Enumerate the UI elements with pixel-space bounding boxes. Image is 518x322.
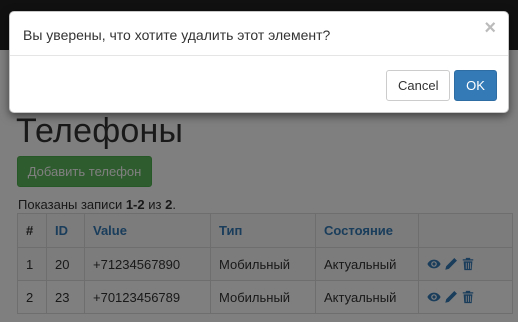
ok-button[interactable]: OK	[454, 70, 497, 101]
close-icon[interactable]: ×	[484, 18, 496, 38]
modal-message: Вы уверены, что хотите удалить этот элем…	[23, 27, 331, 43]
confirm-delete-dialog: Вы уверены, что хотите удалить этот элем…	[9, 11, 509, 113]
cancel-button[interactable]: Cancel	[386, 70, 451, 101]
modal-header: Вы уверены, что хотите удалить этот элем…	[10, 12, 508, 56]
